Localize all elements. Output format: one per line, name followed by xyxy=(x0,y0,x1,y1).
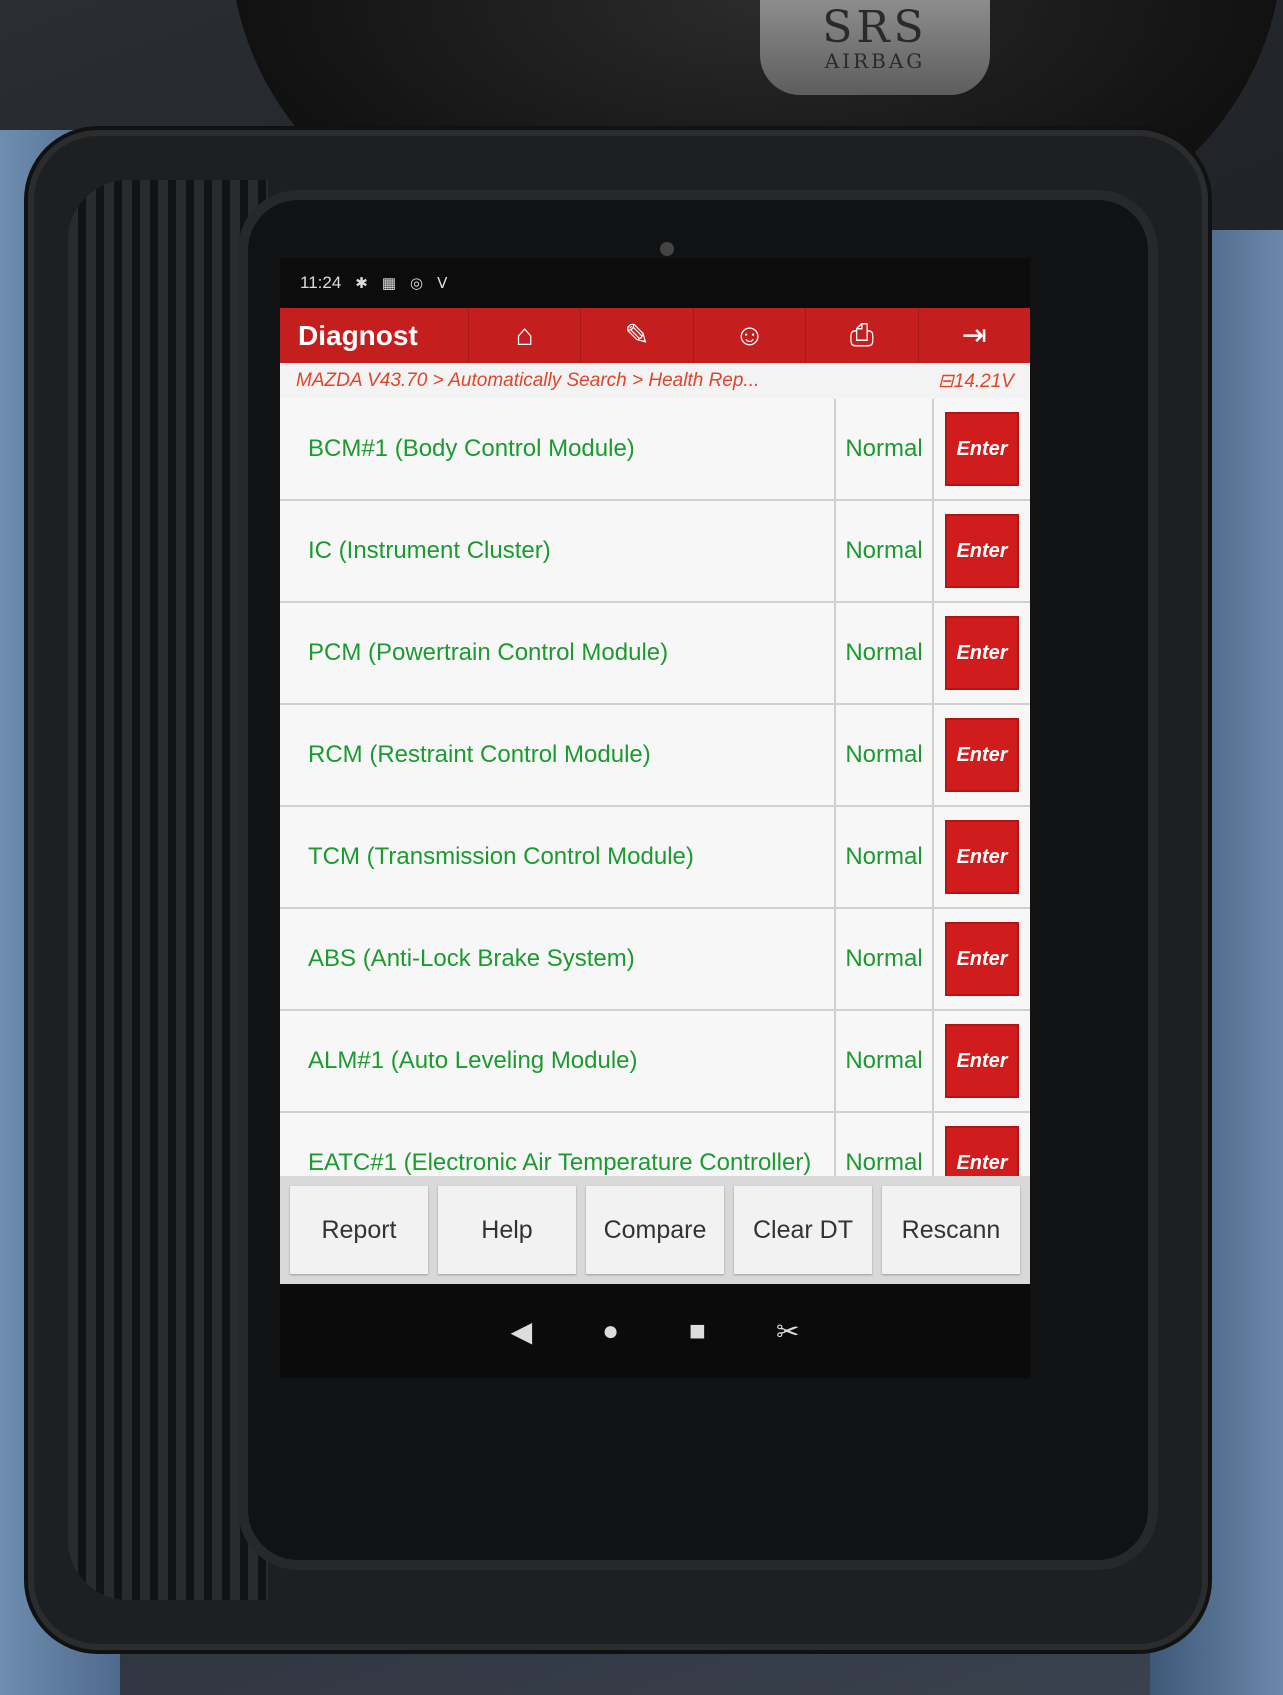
android-nav-bar: ◀ ● ■ ✂ xyxy=(280,1284,1030,1378)
table-row: ABS (Anti-Lock Brake System) Normal Ente… xyxy=(280,909,1030,1011)
home-icon: ⌂ xyxy=(515,318,534,352)
status-time: 11:24 xyxy=(300,273,342,292)
module-status: Normal xyxy=(836,399,934,499)
module-name: RCM (Restraint Control Module) xyxy=(280,705,836,805)
enter-button[interactable]: Enter xyxy=(945,616,1019,690)
recents-icon[interactable]: ■ xyxy=(689,1315,706,1347)
airbag-badge-line2: AIRBAG xyxy=(824,49,926,73)
battery-voltage: ⊟14.21V xyxy=(938,370,1014,393)
table-row: TCM (Transmission Control Module) Normal… xyxy=(280,807,1030,909)
module-status: Normal xyxy=(836,909,934,1009)
action-bar: Report Help Compare Clear DT Rescann xyxy=(280,1176,1030,1284)
module-status: Normal xyxy=(836,705,934,805)
home-nav-icon[interactable]: ● xyxy=(602,1315,619,1347)
module-status: Normal xyxy=(836,603,934,703)
enter-button[interactable]: Enter xyxy=(945,1024,1019,1098)
usb-icon: ᐯ xyxy=(437,275,448,292)
camera-icon xyxy=(660,242,674,256)
status-bar: 11:24 ✱ ▦ ◎ ᐯ xyxy=(280,258,1030,308)
notification-icon: ▦ xyxy=(381,275,397,292)
module-name: IC (Instrument Cluster) xyxy=(280,501,836,601)
back-icon[interactable]: ◀ xyxy=(511,1315,533,1348)
module-name: BCM#1 (Body Control Module) xyxy=(280,399,836,499)
device-screen: 11:24 ✱ ▦ ◎ ᐯ Diagnost ⌂ ✎ ☺ ⎙ ⇥ MAZDA V… xyxy=(280,258,1030,1378)
breadcrumb-path: MAZDA V43.70 > Automatically Search > He… xyxy=(296,370,760,391)
user-button[interactable]: ☺ xyxy=(692,308,805,363)
module-name: TCM (Transmission Control Module) xyxy=(280,807,836,907)
print-button[interactable]: ⎙ xyxy=(805,308,917,363)
settings-icon: ✱ xyxy=(355,275,368,292)
table-row: ALM#1 (Auto Leveling Module) Normal Ente… xyxy=(280,1011,1030,1113)
print-icon: ⎙ xyxy=(849,318,874,352)
enter-button[interactable]: Enter xyxy=(945,922,1019,996)
enter-button[interactable]: Enter xyxy=(945,514,1019,588)
compare-button[interactable]: Compare xyxy=(586,1186,724,1274)
module-name: ALM#1 (Auto Leveling Module) xyxy=(280,1011,836,1111)
user-icon: ☺ xyxy=(734,318,765,352)
clear-dtc-button[interactable]: Clear DT xyxy=(734,1186,872,1274)
module-name: ABS (Anti-Lock Brake System) xyxy=(280,909,836,1009)
home-button[interactable]: ⌂ xyxy=(468,308,580,363)
breadcrumb: MAZDA V43.70 > Automatically Search > He… xyxy=(280,363,1030,399)
airbag-badge-line1: SRS xyxy=(822,2,928,53)
battery-icon: ⊟ xyxy=(937,370,954,392)
module-status: Normal xyxy=(836,501,934,601)
edit-button[interactable]: ✎ xyxy=(580,308,692,363)
voltage-value: 14.21V xyxy=(953,370,1014,392)
help-button[interactable]: Help xyxy=(438,1186,576,1274)
table-row: BCM#1 (Body Control Module) Normal Enter xyxy=(280,399,1030,501)
app-header: Diagnost ⌂ ✎ ☺ ⎙ ⇥ xyxy=(280,308,1030,363)
module-status: Normal xyxy=(836,1011,934,1111)
enter-button[interactable]: Enter xyxy=(945,820,1019,894)
enter-button[interactable]: Enter xyxy=(945,412,1019,486)
module-status: Normal xyxy=(836,807,934,907)
exit-button[interactable]: ⇥ xyxy=(917,308,1030,363)
report-button[interactable]: Report xyxy=(290,1186,428,1274)
module-list: BCM#1 (Body Control Module) Normal Enter… xyxy=(280,399,1030,1215)
edit-icon: ✎ xyxy=(624,319,650,352)
vpn-icon: ◎ xyxy=(410,275,424,292)
table-row: RCM (Restraint Control Module) Normal En… xyxy=(280,705,1030,807)
table-row: IC (Instrument Cluster) Normal Enter xyxy=(280,501,1030,603)
photo-scene: SRS AIRBAG 11:24 ✱ ▦ ◎ ᐯ Diagnost ⌂ ✎ ☺ … xyxy=(0,0,1283,1695)
exit-icon: ⇥ xyxy=(961,319,987,352)
airbag-badge: SRS AIRBAG xyxy=(760,0,990,95)
app-title: Diagnost xyxy=(298,319,418,351)
enter-button[interactable]: Enter xyxy=(945,718,1019,792)
rescan-button[interactable]: Rescann xyxy=(882,1186,1020,1274)
screenshot-icon[interactable]: ✂ xyxy=(776,1315,799,1348)
module-name: PCM (Powertrain Control Module) xyxy=(280,603,836,703)
table-row: PCM (Powertrain Control Module) Normal E… xyxy=(280,603,1030,705)
